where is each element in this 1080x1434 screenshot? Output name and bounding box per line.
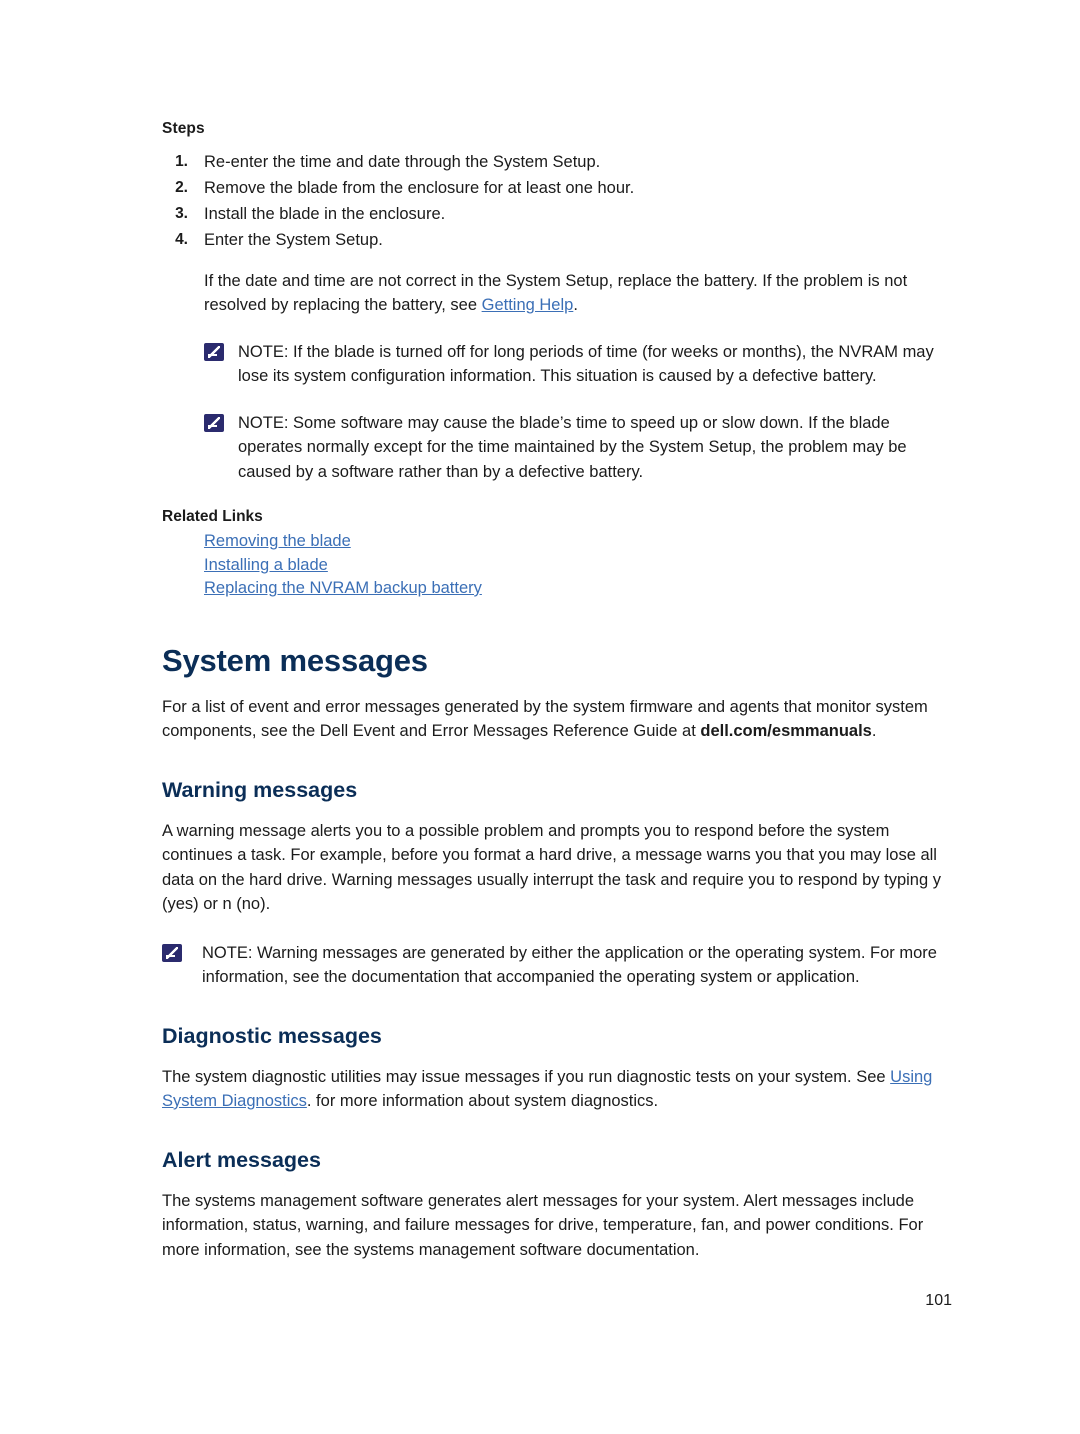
document-page: Steps 1. Re-enter the time and date thro… bbox=[0, 0, 1080, 1434]
section-heading-alert-messages: Alert messages bbox=[162, 1147, 321, 1172]
steps-follow-up-paragraph: If the date and time are not correct in … bbox=[204, 269, 952, 318]
related-links-list: Removing the blade Installing a blade Re… bbox=[204, 530, 952, 601]
page-content: Steps 1. Re-enter the time and date thro… bbox=[162, 120, 952, 1262]
page-title: System messages bbox=[162, 642, 428, 678]
step-number: 1. bbox=[175, 153, 188, 170]
list-item: 3. Install the blade in the enclosure. bbox=[162, 202, 952, 227]
note-software-time: NOTE: Some software may cause the blade’… bbox=[204, 411, 952, 485]
note-label: NOTE: bbox=[202, 943, 253, 962]
list-item: 1. Re-enter the time and date through th… bbox=[162, 150, 952, 175]
step-number: 2. bbox=[175, 179, 188, 196]
related-link-replacing-nvram-backup-battery[interactable]: Replacing the NVRAM backup battery bbox=[204, 577, 952, 601]
system-messages-intro: For a list of event and error messages g… bbox=[162, 695, 952, 744]
alert-messages-body: The systems management software generate… bbox=[162, 1191, 924, 1259]
follow-up-text-after: . bbox=[573, 296, 578, 314]
steps-heading: Steps bbox=[162, 120, 205, 137]
note-text: Warning messages are generated by either… bbox=[202, 943, 937, 987]
diagnostic-text-after: . for more information about system diag… bbox=[306, 1092, 659, 1110]
note-warning-messages: NOTE: Warning messages are generated by … bbox=[162, 941, 952, 990]
getting-help-link[interactable]: Getting Help bbox=[482, 296, 574, 314]
related-link-removing-the-blade[interactable]: Removing the blade bbox=[204, 530, 952, 554]
note-icon bbox=[162, 943, 182, 962]
note-icon bbox=[204, 342, 224, 361]
step-number: 4. bbox=[175, 231, 188, 248]
intro-text-after: . bbox=[871, 722, 877, 740]
steps-list: 1. Re-enter the time and date through th… bbox=[162, 150, 952, 253]
diagnostic-messages-body: The system diagnostic utilities may issu… bbox=[162, 1065, 952, 1114]
page-number: 101 bbox=[925, 1292, 952, 1309]
related-links-heading: Related Links bbox=[162, 508, 263, 525]
related-link-installing-a-blade[interactable]: Installing a blade bbox=[204, 554, 952, 578]
diagnostic-text-before: The system diagnostic utilities may issu… bbox=[162, 1067, 891, 1086]
step-text: Enter the System Setup. bbox=[204, 231, 383, 249]
note-label: NOTE: bbox=[238, 342, 289, 361]
step-text: Re-enter the time and date through the S… bbox=[204, 153, 601, 171]
section-heading-diagnostic-messages: Diagnostic messages bbox=[162, 1023, 382, 1048]
note-nvram: NOTE: If the blade is turned off for lon… bbox=[204, 340, 952, 389]
note-label: NOTE: bbox=[238, 413, 289, 432]
section-heading-warning-messages: Warning messages bbox=[162, 777, 358, 802]
step-number: 3. bbox=[175, 205, 188, 222]
note-icon bbox=[204, 413, 224, 432]
warning-messages-body: A warning message alerts you to a possib… bbox=[162, 821, 941, 914]
step-text: Remove the blade from the enclosure for … bbox=[204, 179, 635, 197]
intro-bold-url: dell.com/esmmanuals bbox=[700, 722, 872, 740]
note-text: Some software may cause the blade’s time… bbox=[238, 413, 907, 481]
list-item: 2. Remove the blade from the enclosure f… bbox=[162, 176, 952, 201]
step-text: Install the blade in the enclosure. bbox=[204, 205, 446, 223]
note-text: If the blade is turned off for long peri… bbox=[238, 342, 934, 386]
list-item: 4. Enter the System Setup. bbox=[162, 228, 952, 253]
